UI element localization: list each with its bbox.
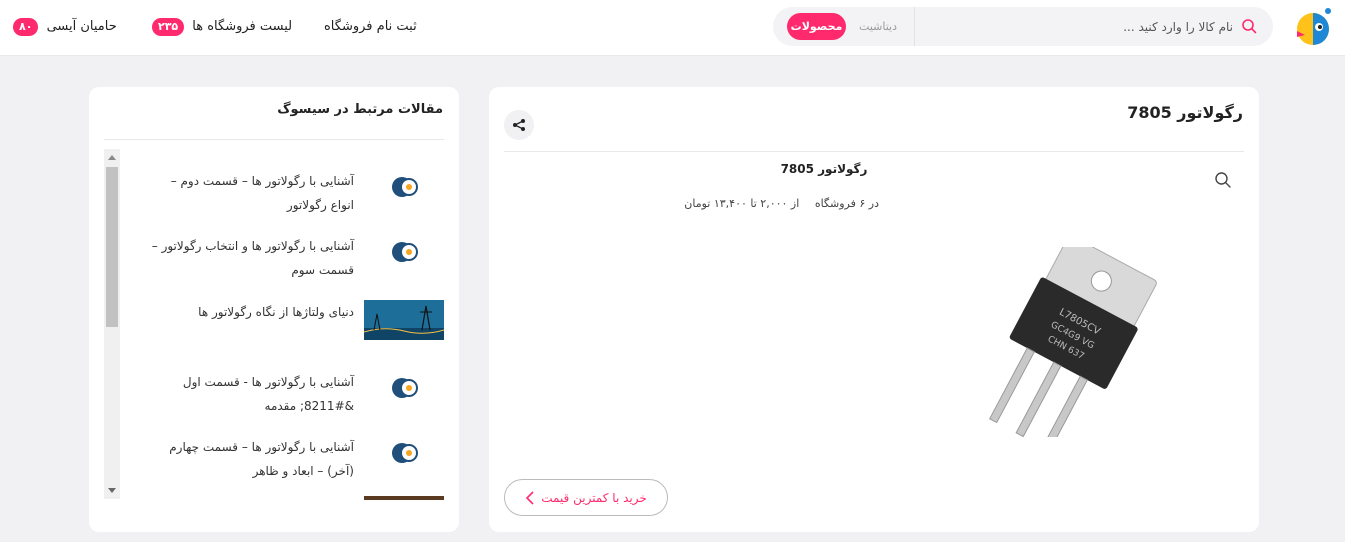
articles-title: مقالات مرتبط در سیسوگ	[277, 102, 443, 117]
sisoog-logo-icon	[364, 370, 444, 410]
sisoog-logo-icon	[364, 234, 444, 274]
buy-lowest-price-label: خرید با کمترین قیمت	[541, 490, 647, 505]
sponsors-count-badge: ۸۰	[13, 17, 39, 36]
nav-register-store[interactable]: ثبت نام فروشگاه	[324, 17, 417, 37]
chevron-left-icon	[526, 490, 534, 505]
article-thumb-partial	[364, 496, 444, 500]
search-divider	[914, 7, 915, 46]
page-title: رگولاتور 7805	[1127, 103, 1243, 122]
articles-list: آشنایی با رگولاتور ها – قسمت دوم – انواع…	[122, 152, 444, 500]
sisoog-logo-icon	[364, 169, 444, 209]
article-title: آشنایی با رگولاتور ها – قسمت چهارم (آخر)…	[169, 440, 354, 478]
nav-sponsors-label: حامیان آیسی	[46, 19, 117, 34]
articles-divider	[104, 139, 444, 140]
article-title: آشنایی با رگولاتور ها - قسمت اول &#8211;…	[182, 375, 354, 413]
article-title: آشنایی با رگولاتور ها – قسمت دوم – انواع…	[170, 174, 354, 212]
articles-scrollbar[interactable]	[104, 149, 120, 499]
scroll-down-arrow-icon[interactable]	[108, 488, 116, 493]
list-item[interactable]: آشنایی با رگولاتور ها – قسمت دوم – انواع…	[122, 169, 444, 221]
power-lines-photo-icon	[364, 300, 444, 340]
search-input[interactable]	[923, 7, 1233, 46]
store-count-badge: ۲۳۵	[152, 17, 185, 36]
tab-products[interactable]: محصولات	[787, 13, 846, 40]
article-title: دنیای ولتاژها از نگاه رگولاتور ها	[198, 305, 354, 319]
article-title: آشنایی با رگولاتور ها و انتخاب رگولاتور …	[151, 239, 354, 277]
tab-datasheet[interactable]: دیتاشیت	[848, 18, 908, 36]
store-count: در ۶ فروشگاه	[814, 197, 879, 210]
search-bar: دیتاشیت محصولات	[773, 7, 1273, 46]
list-item[interactable]: آشنایی با رگولاتور ها و انتخاب رگولاتور …	[122, 234, 444, 286]
list-item[interactable]	[122, 496, 444, 500]
list-item[interactable]: آشنایی با رگولاتور ها - قسمت اول &#8211;…	[122, 370, 444, 422]
nav-register-store-label: ثبت نام فروشگاه	[324, 19, 417, 34]
price-range: از ۲,۰۰۰ تا ۱۳,۴۰۰ تومان	[684, 197, 800, 210]
zoom-icon[interactable]	[1214, 171, 1232, 189]
share-button[interactable]	[504, 110, 534, 140]
item-meta: در ۶ فروشگاه از ۲,۰۰۰ تا ۱۳,۴۰۰ تومان	[669, 197, 879, 210]
product-image[interactable]: L7805CV GC4G9 VG CHN 637	[959, 247, 1179, 437]
list-item[interactable]: آشنایی با رگولاتور ها – قسمت چهارم (آخر)…	[122, 435, 444, 487]
scroll-up-arrow-icon[interactable]	[108, 155, 116, 160]
scroll-thumb[interactable]	[106, 167, 118, 327]
nav-store-list-label: لیست فروشگاه ها	[192, 19, 293, 34]
list-item[interactable]: دنیای ولتاژها از نگاه رگولاتور ها	[122, 300, 444, 352]
nav-sponsors[interactable]: حامیان آیسی ۸۰	[13, 17, 117, 37]
nav-store-list[interactable]: لیست فروشگاه ها ۲۳۵	[152, 17, 292, 37]
sisoog-logo-icon	[364, 435, 444, 475]
site-logo-icon[interactable]	[1291, 5, 1335, 49]
search-icon[interactable]	[1241, 18, 1257, 34]
related-articles-card: مقالات مرتبط در سیسوگ آشنایی با رگولاتور…	[89, 87, 459, 532]
product-card: رگولاتور 7805 رگولاتور 7805 در ۶ فروشگاه…	[489, 87, 1259, 532]
item-title: رگولاتور 7805	[780, 162, 868, 176]
buy-lowest-price-button[interactable]: خرید با کمترین قیمت	[504, 479, 668, 516]
card-divider	[504, 151, 1244, 152]
top-header: دیتاشیت محصولات ثبت نام فروشگاه لیست فرو…	[0, 0, 1345, 56]
share-icon	[513, 119, 525, 131]
